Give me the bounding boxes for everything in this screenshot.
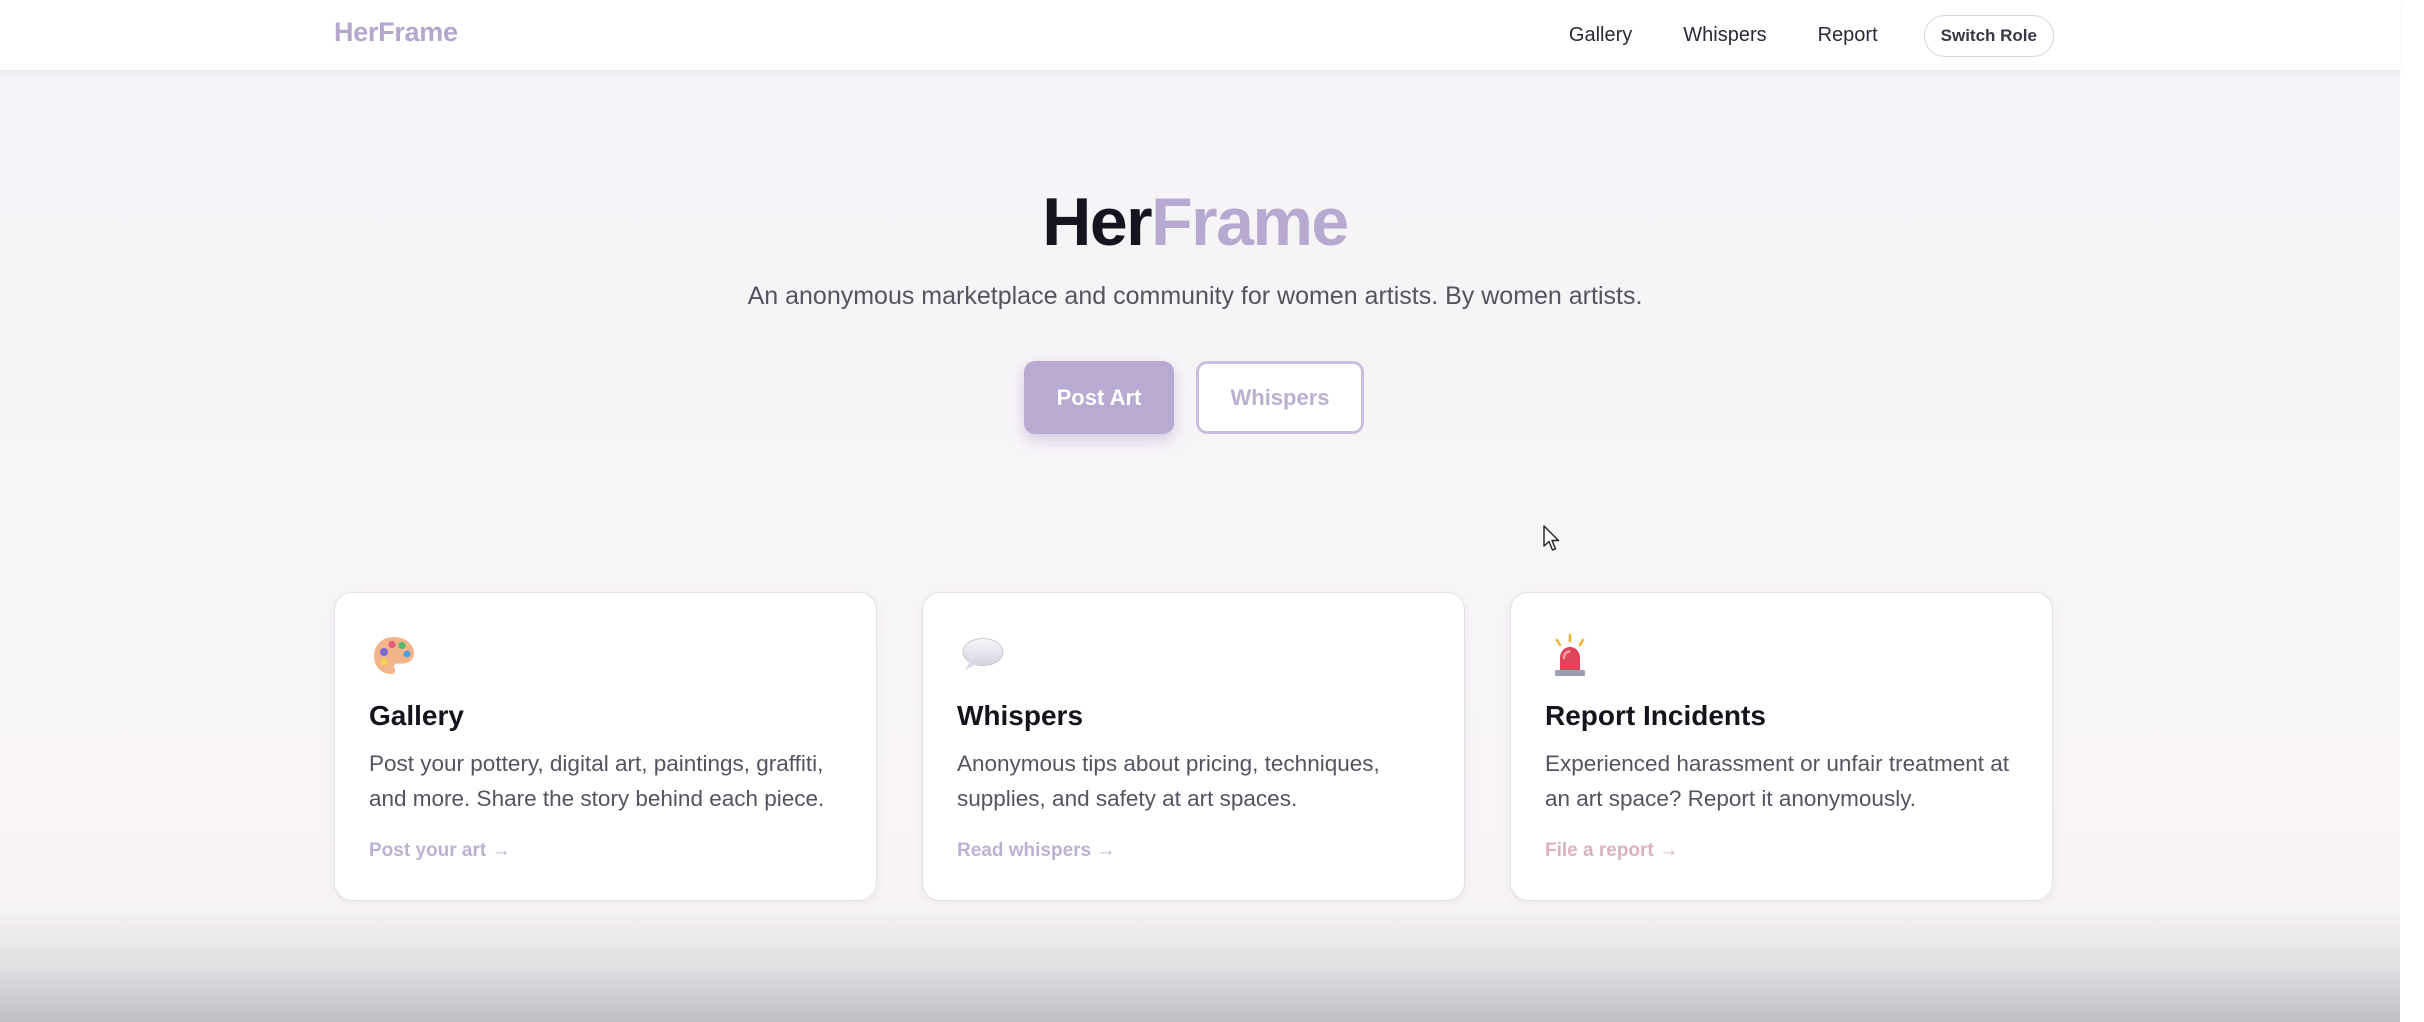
card-whispers[interactable]: Whispers Anonymous tips about pricing, t… (922, 592, 1465, 901)
card-title: Whispers (957, 700, 1084, 731)
siren-icon (1555, 633, 1585, 676)
nav-link-gallery[interactable]: Gallery (1569, 24, 1632, 47)
nav-link-report[interactable]: Report (1818, 24, 1878, 47)
card-description: Experienced harassment or unfair treatme… (1545, 751, 2009, 811)
nav-link-whispers[interactable]: Whispers (1683, 24, 1766, 47)
card-description: Post your pottery, digital art, painting… (369, 751, 825, 811)
speech-bubble-icon (962, 638, 1004, 670)
card-gallery[interactable]: Gallery Post your pottery, digital art, … (334, 592, 877, 901)
hero-title-frame: Frame (1151, 184, 1349, 260)
switch-role-button[interactable]: Switch Role (1923, 14, 2054, 57)
post-your-art-link[interactable]: Post your art → (369, 840, 510, 862)
feature-cards: Gallery Post your pottery, digital art, … (334, 592, 2053, 901)
top-navbar: HerFrame Gallery Whispers Report Switch … (0, 0, 2400, 71)
file-a-report-link[interactable]: File a report → (1545, 840, 1678, 862)
nav-links: Gallery Whispers Report Switch Role (1569, 0, 2054, 71)
whispers-button[interactable]: Whispers (1196, 361, 1364, 434)
post-art-button[interactable]: Post Art (1024, 361, 1174, 434)
hero-buttons: Post Art Whispers (1024, 361, 1364, 434)
card-title: Report Incidents (1545, 700, 1766, 731)
card-title: Gallery (369, 700, 464, 731)
window-gutter (2400, 0, 2424, 1022)
palette-icon (374, 637, 414, 674)
brand-logo[interactable]: HerFrame (334, 17, 458, 48)
hero-title: HerFrame (0, 183, 2390, 261)
bottom-fade-overlay (0, 905, 2400, 1022)
hero-subtitle: An anonymous marketplace and community f… (747, 282, 1643, 310)
read-whispers-link[interactable]: Read whispers → (957, 840, 1115, 862)
mouse-cursor-icon (1543, 525, 1560, 551)
hero-title-her: Her (1042, 184, 1152, 260)
card-report-incidents[interactable]: Report Incidents Experienced harassment … (1510, 592, 2053, 901)
card-description: Anonymous tips about pricing, techniques… (957, 751, 1380, 811)
